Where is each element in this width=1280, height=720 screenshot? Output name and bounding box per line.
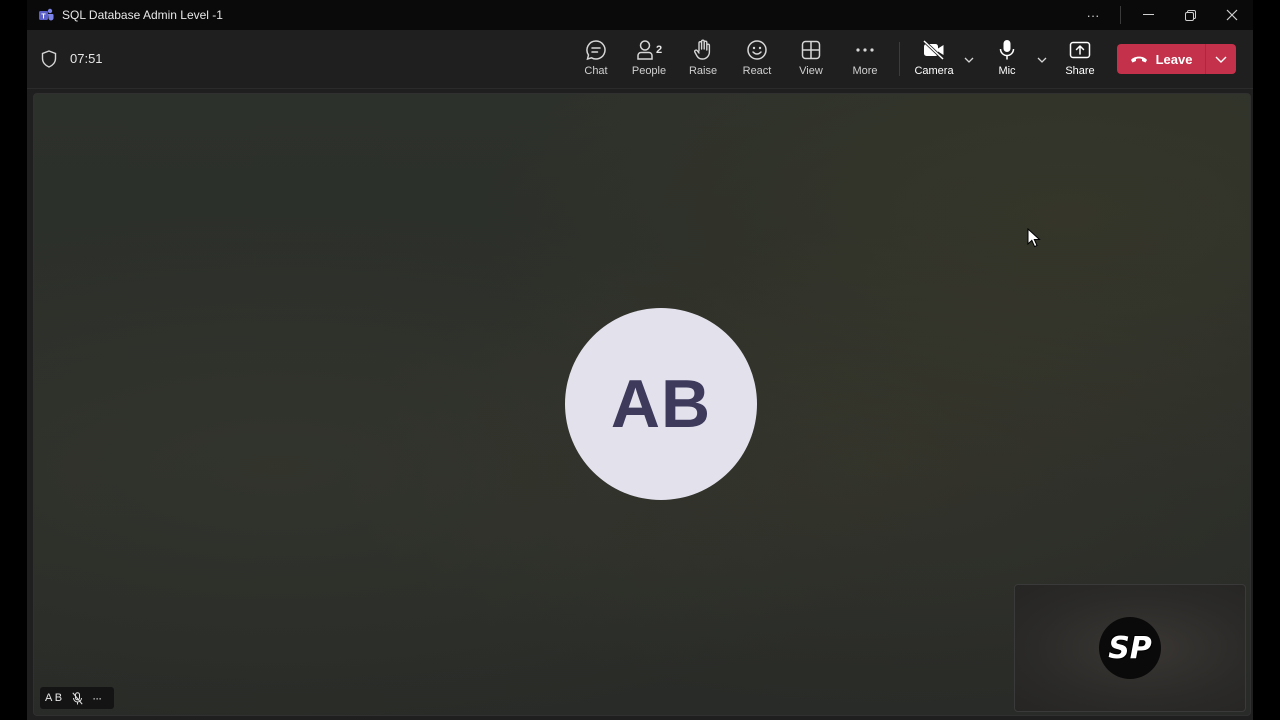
restore-button[interactable]	[1169, 0, 1211, 30]
chevron-down-icon	[1037, 57, 1047, 63]
hand-icon	[694, 39, 711, 60]
avatar-initials: AB	[610, 366, 712, 442]
chevron-down-icon	[1215, 56, 1227, 63]
meeting-toolbar: 07:51 Chat 2 People Raise React View Mor…	[27, 30, 1253, 89]
ellipsis-icon	[856, 48, 874, 52]
chat-label: Chat	[584, 65, 608, 77]
view-label: View	[799, 65, 823, 77]
window-controls: ···	[1072, 0, 1253, 30]
window-title: SQL Database Admin Level -1	[62, 8, 223, 22]
leave-button-group: Leave	[1117, 44, 1236, 74]
camera-off-icon	[922, 40, 945, 60]
mic-button[interactable]: Mic	[979, 38, 1035, 82]
camera-options-chevron[interactable]	[962, 54, 976, 66]
toolbar-divider	[899, 42, 900, 76]
chevron-down-icon	[964, 57, 974, 63]
smiley-icon	[747, 40, 767, 60]
people-label: People	[631, 65, 667, 77]
title-bar: T SQL Database Admin Level -1 ···	[27, 0, 1253, 30]
camera-button[interactable]: Camera	[906, 38, 962, 82]
raise-label: Raise	[688, 65, 718, 77]
chat-icon	[586, 40, 606, 61]
participant-name-tag: A B ···	[40, 687, 114, 709]
people-button[interactable]: 2 People	[621, 38, 677, 82]
camera-label: Camera	[914, 65, 954, 77]
close-button[interactable]	[1211, 0, 1253, 30]
react-label: React	[742, 65, 772, 77]
participant-avatar[interactable]: AB	[565, 308, 757, 500]
minimize-icon	[1142, 14, 1154, 15]
people-count: 2	[655, 44, 663, 56]
meeting-timer: 07:51	[70, 51, 103, 66]
restore-icon	[1184, 9, 1196, 21]
mic-off-icon	[72, 691, 83, 705]
shield-icon[interactable]	[41, 50, 57, 68]
meeting-window: T SQL Database Admin Level -1 ··· 07:51 …	[27, 0, 1253, 720]
leave-button[interactable]: Leave	[1117, 44, 1206, 74]
share-button[interactable]: Share	[1052, 38, 1108, 82]
self-avatar-logo: SP	[1099, 617, 1161, 679]
close-icon	[1226, 9, 1238, 21]
share-label: Share	[1065, 65, 1095, 77]
participant-options-button[interactable]: ···	[92, 691, 102, 705]
more-button[interactable]: More	[837, 38, 893, 82]
mic-icon	[999, 40, 1015, 60]
mic-label: Mic	[998, 65, 1016, 77]
svg-text:T: T	[41, 13, 46, 20]
self-logo-text: SP	[1108, 630, 1152, 666]
window-controls-separator	[1120, 6, 1121, 24]
leave-options-button[interactable]	[1206, 44, 1236, 74]
share-icon	[1069, 41, 1091, 59]
people-icon	[637, 40, 653, 60]
window-more-button[interactable]: ···	[1072, 0, 1114, 30]
leave-label: Leave	[1155, 51, 1193, 67]
grid-icon	[801, 40, 821, 60]
mic-options-chevron[interactable]	[1035, 54, 1049, 66]
teams-icon: T	[38, 7, 54, 23]
minimize-button[interactable]	[1127, 0, 1169, 30]
raise-hand-button[interactable]: Raise	[675, 38, 731, 82]
view-button[interactable]: View	[783, 38, 839, 82]
participant-name: A B	[45, 692, 63, 704]
self-view-tile[interactable]: SP	[1014, 584, 1246, 712]
chat-button[interactable]: Chat	[568, 38, 624, 82]
phone-hangup-icon	[1130, 56, 1147, 63]
more-label: More	[852, 65, 878, 77]
react-button[interactable]: React	[729, 38, 785, 82]
mouse-cursor-icon	[1027, 228, 1041, 248]
